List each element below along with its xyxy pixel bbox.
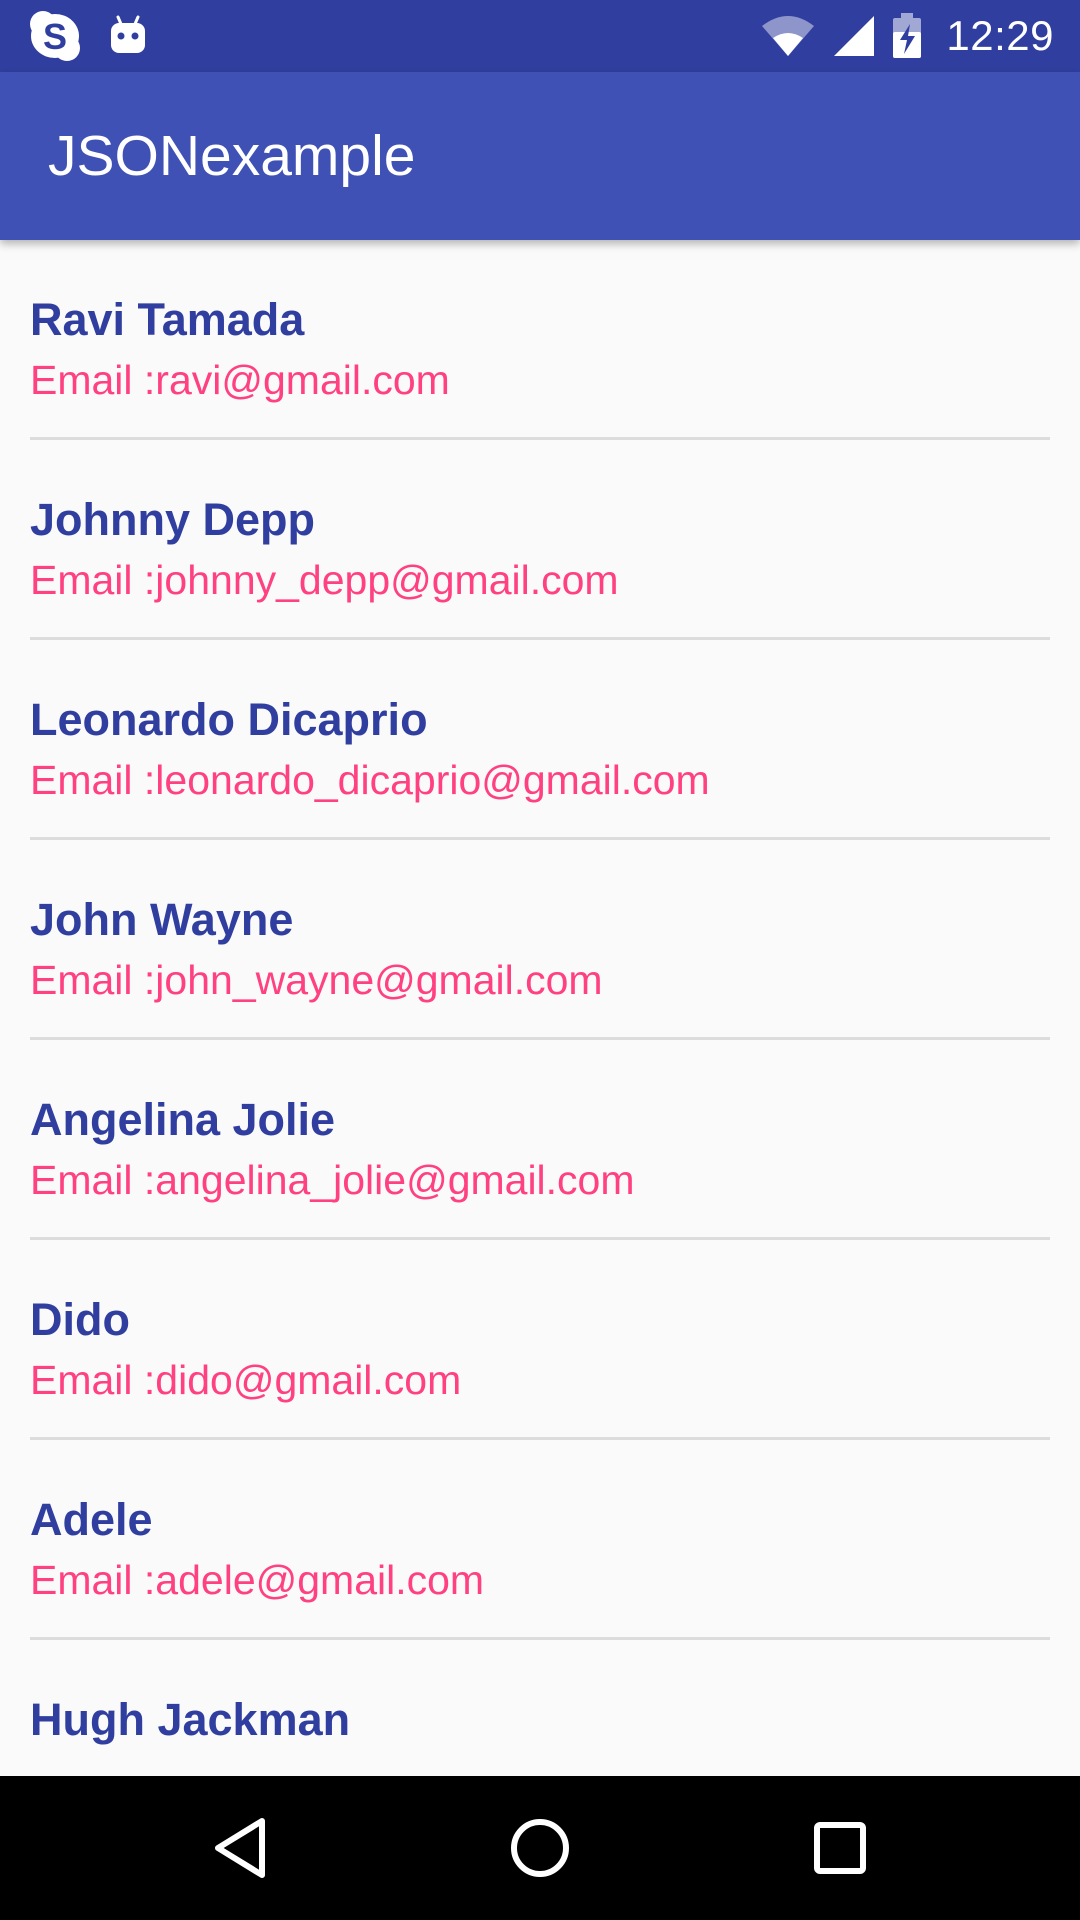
clock: 12:29 xyxy=(946,12,1054,59)
list-item[interactable]: Hugh Jackman xyxy=(0,1640,1080,1776)
contact-name: Hugh Jackman xyxy=(30,1694,351,1745)
back-icon xyxy=(215,1818,265,1878)
list-item[interactable]: Dido Email :dido@gmail.com xyxy=(0,1240,1080,1440)
contact-name: Ravi Tamada xyxy=(30,294,305,345)
app-bar: JSONexample xyxy=(0,72,1080,240)
contact-name: Angelina Jolie xyxy=(30,1094,336,1145)
contact-list[interactable]: Ravi Tamada Email :ravi@gmail.com Johnny… xyxy=(0,240,1080,1776)
svg-text:S: S xyxy=(43,16,67,57)
recents-icon xyxy=(814,1822,866,1874)
skype-icon: S xyxy=(28,10,82,62)
system-indicators: 12:29 xyxy=(760,0,1054,72)
android-debug-icon xyxy=(108,14,148,58)
contact-name: Leonardo Dicaprio xyxy=(30,694,428,745)
notification-icons: S xyxy=(28,10,148,62)
contact-email: Email :ravi@gmail.com xyxy=(30,357,450,403)
home-icon xyxy=(511,1819,569,1877)
contact-name: Johnny Depp xyxy=(30,494,316,545)
list-item[interactable]: Leonardo Dicaprio Email :leonardo_dicapr… xyxy=(0,640,1080,840)
list-item[interactable]: John Wayne Email :john_wayne@gmail.com xyxy=(0,840,1080,1040)
app-title: JSONexample xyxy=(48,124,416,188)
home-button[interactable] xyxy=(490,1798,590,1898)
screen: S 12:29 JSONexample Ravi Tamada Email:r… xyxy=(0,0,1080,1920)
contact-email: Email :dido@gmail.com xyxy=(30,1357,462,1403)
contact-email: Email :adele@gmail.com xyxy=(30,1557,485,1603)
contact-name: Adele xyxy=(30,1494,153,1545)
list-item[interactable]: Johnny Depp Email :johnny_depp@gmail.com xyxy=(0,440,1080,640)
status-bar: S 12:29 xyxy=(0,0,1080,72)
contact-email: Email :angelina_jolie@gmail.com xyxy=(30,1157,635,1203)
cell-signal-icon xyxy=(832,14,876,58)
wifi-icon xyxy=(760,14,816,58)
contact-name: Dido xyxy=(30,1294,130,1345)
battery-charging-icon xyxy=(892,12,922,60)
recents-button[interactable] xyxy=(790,1798,890,1898)
navigation-bar xyxy=(0,1776,1080,1920)
list-item[interactable]: Ravi Tamada Email :ravi@gmail.com xyxy=(0,240,1080,440)
back-button[interactable] xyxy=(190,1798,290,1898)
list-item[interactable]: Angelina Jolie Email :angelina_jolie@gma… xyxy=(0,1040,1080,1240)
contact-email: Email :john_wayne@gmail.com xyxy=(30,957,603,1003)
contact-email: Email :johnny_depp@gmail.com xyxy=(30,557,619,603)
contact-name: John Wayne xyxy=(30,894,294,945)
contact-email: Email :leonardo_dicaprio@gmail.com xyxy=(30,757,710,803)
list-item[interactable]: Adele Email :adele@gmail.com xyxy=(0,1440,1080,1640)
